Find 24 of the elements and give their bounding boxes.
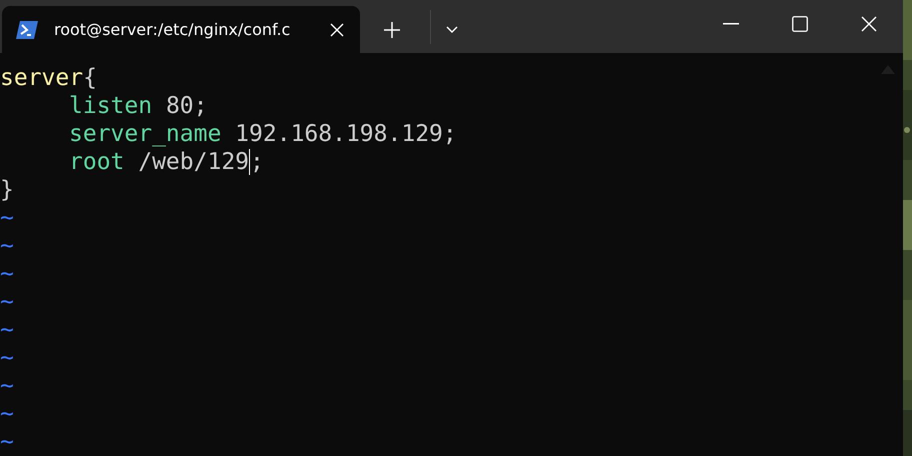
code-line: server_name 192.168.198.129; (68, 120, 457, 148)
tab-close-button[interactable] (328, 20, 346, 38)
maximize-icon (792, 16, 808, 32)
empty-line-tilde: ~ (0, 372, 14, 400)
empty-line-tilde: ~ (0, 344, 14, 372)
code-line: server{ (0, 64, 97, 92)
empty-line-tilde: ~ (0, 232, 14, 260)
empty-line-tilde: ~ (0, 400, 14, 428)
plus-icon (384, 22, 400, 38)
terminal-tab[interactable]: root@server:/etc/nginx/conf.c (2, 6, 360, 53)
empty-line-tilde: ~ (0, 316, 14, 344)
empty-line-tilde: ~ (0, 428, 14, 456)
close-icon (330, 22, 344, 36)
empty-line-tilde: ~ (0, 204, 14, 232)
code-line: listen 80; (68, 92, 208, 120)
empty-line-tilde: ~ (0, 260, 14, 288)
tab-title: root@server:/etc/nginx/conf.c (54, 20, 290, 39)
minimize-icon (722, 22, 738, 24)
code-line: } (0, 176, 14, 204)
chevron-down-icon (446, 26, 458, 34)
code-line: root /web/129; (68, 148, 264, 176)
close-icon (860, 16, 876, 32)
empty-line-tilde: ~ (0, 288, 14, 316)
powershell-icon (16, 20, 38, 38)
